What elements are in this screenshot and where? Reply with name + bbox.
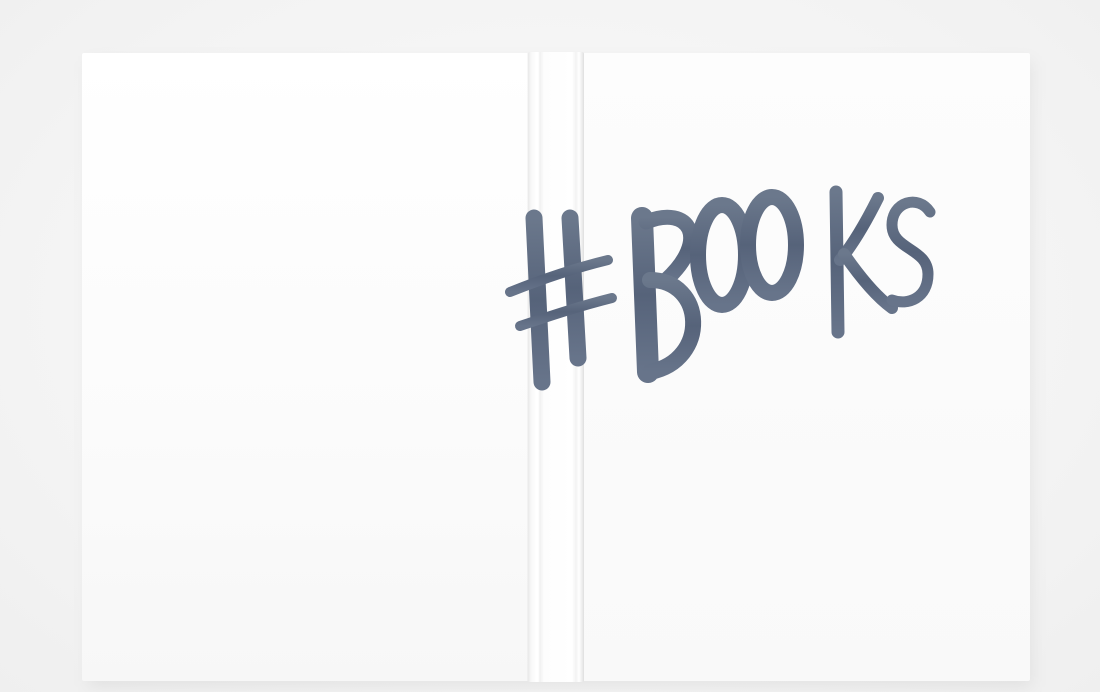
books-lettering-art <box>505 185 936 391</box>
books-hashtag-lettering <box>500 130 940 400</box>
product-scene <box>0 0 1100 692</box>
back-cover <box>82 53 528 681</box>
